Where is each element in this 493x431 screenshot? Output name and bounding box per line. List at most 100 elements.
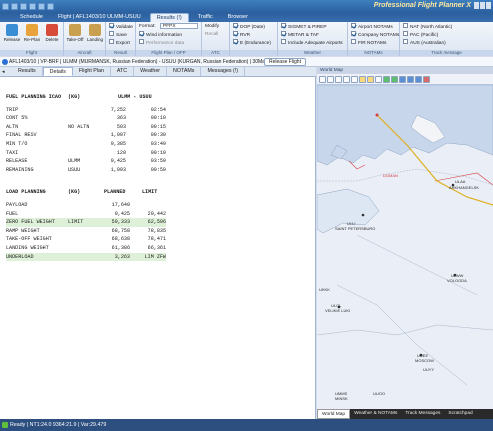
tab-flight-plan[interactable]: Flight Plan	[73, 67, 111, 76]
nat-checkbox[interactable]: NAT (North Atlantic)	[403, 23, 452, 30]
table-cell: 120	[116, 149, 126, 156]
label-uuyy: UUYY	[423, 367, 434, 372]
validate-button[interactable]: Validate	[109, 23, 133, 30]
table-cell: ZERO FUEL WEIGHT	[6, 219, 55, 226]
sigmet-checkbox[interactable]: SIGMET & PIREP	[281, 23, 327, 30]
quick-access-toolbar[interactable]	[2, 2, 54, 11]
save-icon[interactable]	[327, 75, 334, 83]
sigmet-layer-icon[interactable]	[423, 75, 430, 83]
table-cell: 503	[116, 123, 126, 130]
release-button[interactable]: Release	[2, 24, 22, 42]
zoom-extent-icon[interactable]	[351, 75, 358, 83]
table-row: PAYLOAD 17,640	[6, 201, 166, 210]
results-pane: ◂ Results Details Flight Plan ATC Weathe…	[0, 67, 316, 419]
table-cell: 59,333	[111, 219, 130, 226]
weather-layer-icon[interactable]	[415, 75, 422, 83]
company-notams-checkbox[interactable]: Company NOTAMs	[351, 31, 399, 38]
tab-flight[interactable]: Flight | AFL1403/10 ULMM-USUU	[52, 13, 147, 22]
tab-scratchpad[interactable]: Scratchpad	[444, 409, 476, 419]
tab-notams[interactable]: NOTAMs	[167, 67, 202, 76]
performance-data-checkbox[interactable]: Performance data	[139, 39, 184, 46]
flight-group: Release Re-Plan Delete Flight	[0, 22, 64, 56]
table-row: RAMP WEIGHT 68,758 78,835	[6, 227, 166, 236]
rvr-checkbox[interactable]: RVR	[233, 31, 250, 38]
table-cell: 03:49	[150, 140, 166, 147]
tab-results[interactable]: Results (!)	[149, 13, 189, 22]
print-icon[interactable]	[319, 75, 326, 83]
release-flight-button[interactable]: Release Flight	[264, 58, 306, 66]
details-document: FUEL PLANNING ICAO (KG) ULMM - USUU TRIP…	[6, 93, 166, 262]
airport-layer-icon[interactable]	[383, 75, 390, 83]
modify-button[interactable]: Modify	[205, 24, 219, 30]
takeoff-button[interactable]: Take-Off	[65, 24, 85, 42]
select-icon[interactable]	[367, 75, 374, 83]
table-cell: 00:30	[150, 132, 166, 139]
tab-details[interactable]: Details	[42, 67, 73, 76]
load-header: LOAD PLANNING (KG) PLANNED LIMIT	[6, 189, 158, 196]
table-cell: USUU	[68, 166, 81, 173]
endurance-checkbox[interactable]: E (Endurance)	[233, 39, 271, 46]
recall-button[interactable]: Recall	[205, 32, 218, 38]
tab-atc[interactable]: ATC	[111, 67, 135, 76]
airport-notams-checkbox[interactable]: Airport NOTAMs	[351, 23, 393, 30]
table-row: CONT 5% 363 00:10	[6, 114, 166, 123]
table-cell: 1,993	[110, 166, 126, 173]
fuel-header: FUEL PLANNING ICAO (KG) ULMM - USUU	[6, 94, 152, 100]
table-cell: FINAL RESV	[6, 132, 37, 139]
table-row: FUEL 9,425 20,442	[6, 210, 166, 219]
aus-checkbox[interactable]: AUS (Australian)	[403, 39, 446, 46]
table-row: RELEASE ULMM 9,425 03:59	[6, 157, 166, 166]
airway-layer-icon[interactable]	[399, 75, 406, 83]
wind-info-checkbox[interactable]: Wind information	[139, 31, 182, 38]
metar-checkbox[interactable]: METAR & TAF	[281, 31, 319, 38]
table-cell: UNDERLOAD	[6, 253, 34, 260]
map-bottom-tabs: World Map Weather & NOTAMs Track Message…	[317, 409, 493, 419]
tab-browser[interactable]: Browser	[222, 13, 254, 22]
landing-button[interactable]: Landing	[85, 24, 105, 42]
fir-layer-icon[interactable]	[407, 75, 414, 83]
table-cell: REMAINING	[6, 166, 34, 173]
route-bar: AFL1403/10 | VP-BRF | ULMM (MURMANSK, Ru…	[0, 57, 493, 67]
table-cell: 78,471	[147, 236, 166, 243]
table-row: TRIP 7,252 02:54	[6, 106, 166, 115]
tab-weather[interactable]: Weather	[134, 67, 168, 76]
zoom-out-icon[interactable]	[343, 75, 350, 83]
table-cell: 00:15	[150, 123, 166, 130]
tab-weather-notams[interactable]: Weather & NOTAMs	[350, 409, 401, 419]
replan-button[interactable]: Re-Plan	[22, 24, 42, 42]
table-cell: CONT 5%	[6, 115, 28, 122]
pan-icon[interactable]	[359, 75, 366, 83]
zoom-in-icon[interactable]	[335, 75, 342, 83]
table-cell: 00:10	[150, 149, 166, 156]
table-cell: RELEASE	[6, 158, 28, 165]
tab-world-map[interactable]: World Map	[317, 409, 351, 419]
export-button[interactable]: Export	[109, 39, 130, 46]
navaid-layer-icon[interactable]	[391, 75, 398, 83]
chevron-left-icon[interactable]: ◂	[2, 69, 9, 75]
tab-results-summary[interactable]: Results	[12, 67, 43, 76]
pac-checkbox[interactable]: PAC (Pacific)	[403, 31, 438, 38]
measure-icon[interactable]	[375, 75, 382, 83]
load-table: PAYLOAD 17,640 FUEL 9,425 20,442 ZERO FUEL WE…	[6, 201, 166, 262]
window-controls[interactable]	[474, 2, 491, 9]
label-ukkk: UKKK	[319, 287, 330, 292]
table-cell: 7,252	[110, 106, 126, 113]
label-velikie-luki: VELIKIE LUKI	[325, 308, 350, 313]
save-button[interactable]: Save	[109, 31, 127, 38]
table-cell: RAMP WEIGHT	[6, 227, 40, 234]
tab-schedule[interactable]: Schedule	[14, 13, 49, 22]
fir-notams-checkbox[interactable]: FIR NOTAMs	[351, 39, 386, 46]
table-cell: 20,442	[147, 210, 166, 217]
format-select[interactable]: PFPX	[160, 23, 198, 29]
world-map[interactable]: ULLI SAINT PETERSBURG ULWW VOLOGDA UUEE …	[317, 85, 493, 409]
tab-track-messages[interactable]: Track Messages	[401, 409, 444, 419]
dop-checkbox[interactable]: DOP (Date)	[233, 23, 265, 30]
table-cell: ALTN	[6, 123, 19, 130]
tab-traffic[interactable]: Traffic	[192, 13, 219, 22]
label-ulaa: ULAA	[455, 179, 466, 184]
table-cell: 9,425	[114, 210, 130, 217]
tab-messages[interactable]: Messages (!)	[201, 67, 246, 76]
label-arkhangelsk: ARKHANGELSK	[449, 185, 479, 190]
adequate-airports-checkbox[interactable]: Include Adequate Airports	[281, 39, 343, 46]
delete-button[interactable]: Delete	[42, 24, 62, 42]
